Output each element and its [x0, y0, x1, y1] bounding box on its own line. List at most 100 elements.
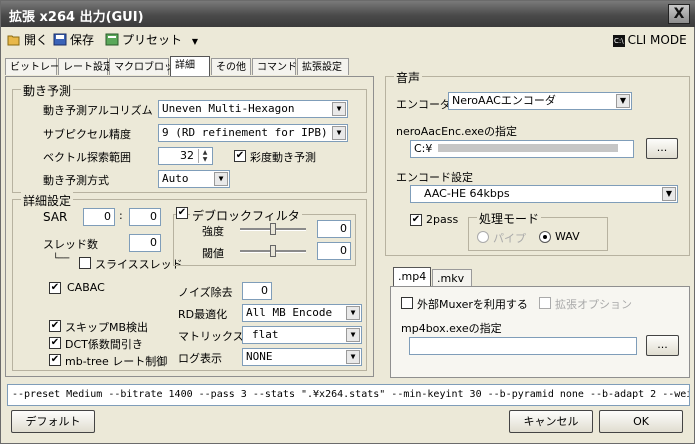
- deblock-group: ✔ デブロックフィルタ 強度 0 閾値 0: [173, 207, 356, 266]
- main-window: 拡張 x264 出力(GUI) X 開く 保存 プリセット ▼ C:\ CLI M…: [0, 0, 695, 444]
- noise-input[interactable]: 0: [242, 282, 272, 300]
- floppy-icon: [53, 33, 67, 46]
- tab-bitrate[interactable]: ビットレート: [5, 58, 70, 75]
- mbtree-label: mb-tree レート制御: [65, 355, 168, 368]
- mp4box-path-input[interactable]: [409, 337, 637, 355]
- external-muxer-label: 外部Muxerを利用する: [417, 298, 528, 311]
- skip-checkbox[interactable]: ✔: [49, 320, 61, 332]
- tab-mp4[interactable]: .mp4: [393, 267, 431, 287]
- strength-input[interactable]: 0: [317, 220, 351, 238]
- folder-icon: [7, 33, 21, 46]
- tab-extended[interactable]: 拡張設定: [297, 58, 349, 75]
- exe-browse-button[interactable]: ...: [646, 138, 678, 159]
- strength-value: 0: [340, 222, 347, 235]
- strength-slider[interactable]: [240, 220, 306, 238]
- twopass-label: 2pass: [426, 213, 459, 226]
- chevron-down-icon: ▼: [332, 102, 346, 116]
- threshold-thumb[interactable]: [270, 245, 276, 257]
- close-button[interactable]: X: [668, 4, 690, 24]
- noise-value: 0: [261, 284, 268, 297]
- ok-button[interactable]: OK: [599, 410, 683, 433]
- mode-label: 動き予測方式: [43, 174, 109, 187]
- chevron-down-icon: ▼: [662, 187, 676, 201]
- spin-icon[interactable]: ▲ ▼: [198, 149, 211, 163]
- cli-mode-button[interactable]: C:\ CLI MODE: [613, 31, 687, 49]
- rdo-value: All MB Encode: [246, 306, 333, 319]
- dct-checkbox[interactable]: ✔: [49, 337, 61, 349]
- chevron-down-icon: ▼: [191, 37, 198, 46]
- algo-value: Uneven Multi-Hexagon: [162, 102, 295, 115]
- tab-detail[interactable]: 詳細: [170, 56, 210, 76]
- exe-path-input[interactable]: C:¥: [410, 140, 634, 158]
- rdo-label: RD最適化: [178, 308, 228, 321]
- chroma-label: 彩度動き予測: [250, 151, 316, 164]
- log-select[interactable]: NONE ▼: [242, 348, 362, 366]
- encoder-value: NeroAACエンコーダ: [452, 94, 556, 107]
- chevron-down-icon: ▼: [616, 94, 630, 108]
- wav-radio[interactable]: [539, 231, 551, 243]
- rdo-select[interactable]: All MB Encode ▼: [242, 304, 362, 322]
- ext-option-checkbox[interactable]: [539, 297, 551, 309]
- encoder-select[interactable]: NeroAACエンコーダ ▼: [448, 92, 632, 110]
- open-button[interactable]: 開く: [7, 31, 48, 49]
- setting-select[interactable]: AAC-HE 64kbps ▼: [410, 185, 678, 203]
- log-value: NONE: [246, 350, 273, 363]
- tab-macroblock[interactable]: マクロブロック: [109, 58, 184, 75]
- twopass-checkbox[interactable]: ✔: [410, 214, 422, 226]
- sar-label: SAR: [43, 210, 68, 224]
- threshold-input[interactable]: 0: [317, 242, 351, 260]
- setting-value: AAC-HE 64kbps: [424, 187, 510, 200]
- log-label: ログ表示: [178, 352, 222, 365]
- threshold-slider[interactable]: [240, 242, 306, 260]
- tab-mkv[interactable]: .mkv: [432, 269, 472, 286]
- tab-rate[interactable]: レート設定: [58, 58, 113, 75]
- chevron-down-icon: ▼: [346, 350, 360, 364]
- sar-separator: :: [119, 209, 123, 222]
- cabac-checkbox[interactable]: ✔: [49, 282, 61, 294]
- open-label: 開く: [24, 33, 49, 47]
- mp4box-label: mp4box.exeの指定: [401, 322, 502, 335]
- mode-select[interactable]: Auto ▼: [158, 170, 230, 188]
- dct-label: DCT係数間引き: [65, 338, 143, 351]
- cancel-button[interactable]: キャンセル: [509, 410, 593, 433]
- algo-select[interactable]: Uneven Multi-Hexagon ▼: [158, 100, 348, 118]
- matrix-label: マトリックス: [178, 330, 244, 343]
- detail-panel: 動き予測 動き予測アルコリズム Uneven Multi-Hexagon ▼ サブ…: [5, 76, 374, 377]
- default-button[interactable]: デフォルト: [11, 410, 95, 433]
- deblock-checkbox[interactable]: ✔: [176, 207, 188, 219]
- motion-group: 動き予測 動き予測アルコリズム Uneven Multi-Hexagon ▼ サブ…: [12, 82, 367, 193]
- pipe-radio[interactable]: [477, 231, 489, 243]
- blurred-path: [438, 144, 619, 152]
- tab-other[interactable]: その他: [211, 58, 251, 75]
- motion-title: 動き予測: [21, 82, 74, 99]
- detail-title: 詳細設定: [21, 192, 74, 209]
- sar-x-input[interactable]: 0: [83, 208, 115, 226]
- subpel-select[interactable]: 9 (RD refinement for IPB) ▼: [158, 124, 348, 142]
- noise-label: ノイズ除去: [178, 286, 233, 299]
- threads-input[interactable]: 0: [129, 234, 161, 252]
- mode-group: 処理モード パイプ WAV: [468, 210, 608, 251]
- strength-label: 強度: [202, 225, 224, 238]
- preset-button[interactable]: プリセット ▼: [105, 31, 198, 49]
- range-stepper[interactable]: 32 ▲ ▼: [158, 147, 213, 165]
- algo-label: 動き予測アルコリズム: [43, 104, 153, 117]
- command-line-preview[interactable]: --preset Medium --bitrate 1400 --pass 3 …: [7, 384, 690, 406]
- tab-command[interactable]: コマンド: [252, 58, 297, 75]
- chevron-down-icon: ▼: [346, 328, 360, 342]
- title-bar[interactable]: 拡張 x264 出力(GUI) X: [1, 1, 695, 27]
- matrix-value: flat: [252, 328, 279, 341]
- subpel-label: サブピクセル精度: [43, 128, 131, 141]
- chroma-checkbox[interactable]: ✔: [234, 150, 246, 162]
- audio-title: 音声: [394, 69, 423, 86]
- strength-thumb[interactable]: [270, 223, 276, 235]
- sar-y-input[interactable]: 0: [129, 208, 161, 226]
- mp4box-browse-button[interactable]: ...: [646, 335, 679, 356]
- external-muxer-checkbox[interactable]: [401, 297, 413, 309]
- console-icon: C:\: [613, 35, 625, 47]
- matrix-select[interactable]: flat ▼: [242, 326, 362, 344]
- chevron-down-icon: ▼: [214, 172, 228, 186]
- save-button[interactable]: 保存: [53, 31, 94, 49]
- mbtree-checkbox[interactable]: ✔: [49, 354, 61, 366]
- slice-checkbox[interactable]: [79, 257, 91, 269]
- skip-label: スキップMB検出: [65, 321, 149, 334]
